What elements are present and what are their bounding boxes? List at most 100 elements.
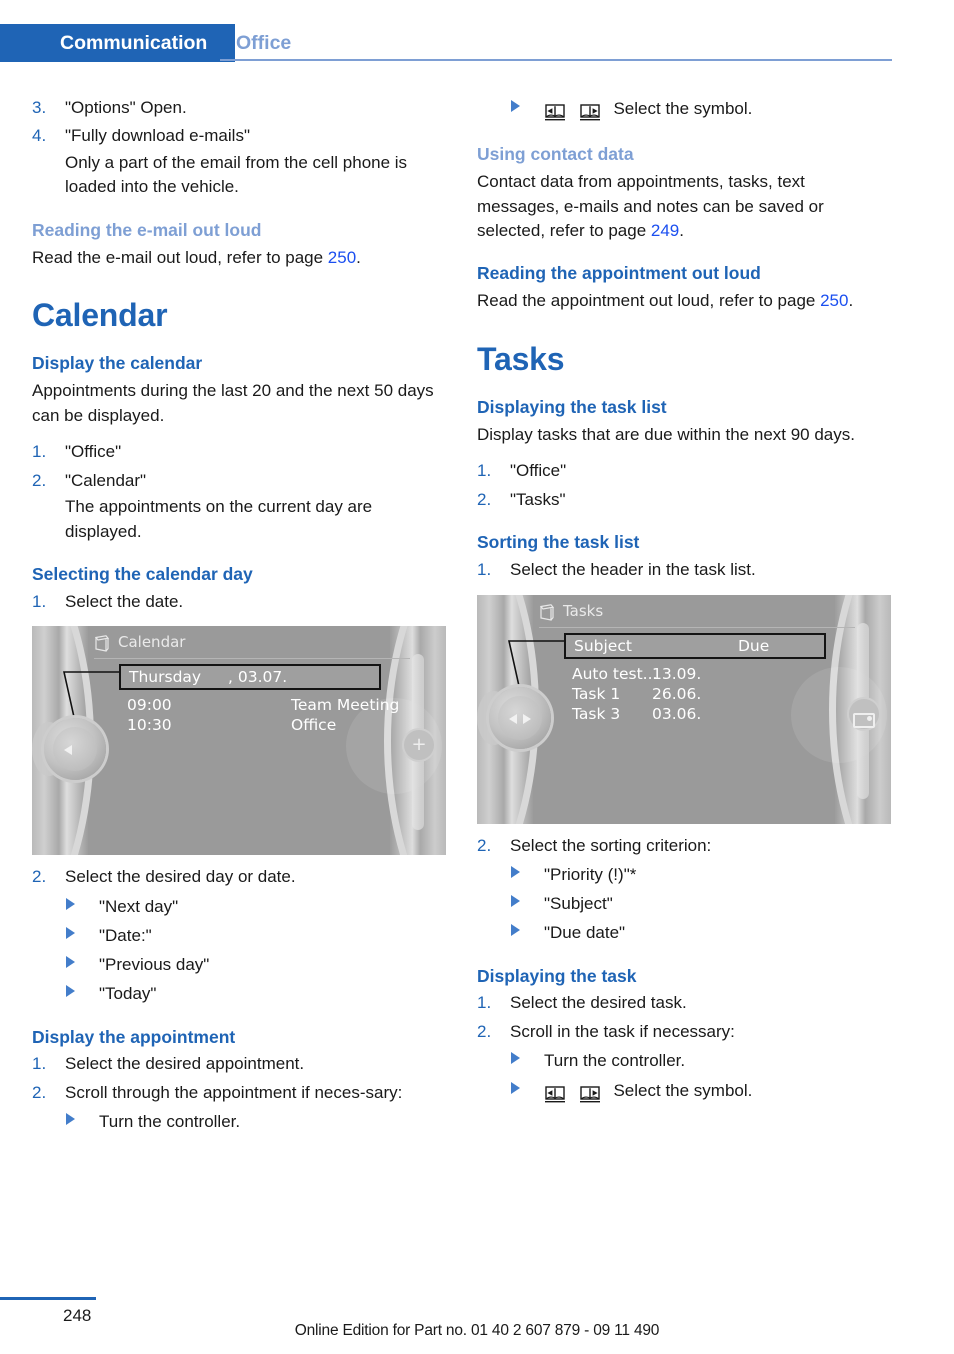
step-number: 1. [477, 993, 492, 1013]
step-number: 2. [477, 835, 492, 855]
list-item: 2. Select the desired day or date. [32, 865, 446, 889]
list-item: 3. "Options" Open. [32, 96, 446, 120]
steps-selecting-day-2: 2. Select the desired day or date. [32, 865, 446, 889]
step-subtext: The appointments on the current day are … [65, 497, 373, 541]
screen-title: Calendar [118, 633, 186, 652]
steps-email-options: 3. "Options" Open. 4. "Fully download e-… [32, 96, 446, 200]
list-item: 2. "Calendar" The appointments on the cu… [32, 469, 446, 544]
calendar-row-1[interactable]: 09:00 Team Meeting [127, 696, 399, 715]
media-icon[interactable] [849, 698, 879, 729]
triangle-bullet-icon [66, 927, 75, 940]
page-reference-link[interactable]: 249 [651, 221, 679, 240]
screen-title-divider [539, 626, 855, 628]
appointment-time: 09:00 [127, 696, 172, 715]
task-subject: Task 3 [572, 704, 621, 723]
step-number: 1. [32, 591, 47, 611]
heading-displaying-the-task-list: Displaying the task list [477, 396, 667, 417]
heading-selecting-the-calendar-day: Selecting the calendar day [32, 564, 253, 585]
selected-row-date: , 03.07. [228, 668, 288, 687]
step-text: "Options" Open. [65, 98, 187, 117]
arrow-left-icon [64, 745, 72, 756]
list-item: 1. Select the header in the task list. [477, 558, 891, 582]
text-prefix: Read the e-mail out loud, refer to page [32, 247, 328, 267]
heading-using-contact-data: Using contact data [477, 144, 634, 165]
arrow-right-icon [523, 713, 531, 724]
criterion-label: "Due date" [544, 923, 626, 943]
screen-title: Tasks [563, 601, 604, 620]
chapter-title-tasks: Tasks [477, 340, 565, 377]
idrive-calendar-screenshot: Calendar Thursday , 03.07. 09:00 Team Me… [32, 626, 446, 856]
left-column: 3. "Options" Open. 4. "Fully download e-… [32, 96, 446, 1139]
calendar-row-2[interactable]: 10:30 Office [127, 716, 336, 735]
step-text: "Office" [65, 442, 122, 462]
step-number: 1. [477, 560, 492, 580]
appointment-time: 10:30 [127, 716, 172, 735]
step-number: 2. [32, 867, 47, 887]
appointment-subject: Team Meeting [291, 696, 400, 715]
list-item: "Today" [32, 981, 446, 1006]
list-item: 2. Scroll through the appointment if nec… [32, 1081, 446, 1105]
selected-row-day: Thursday [129, 668, 202, 687]
screen-selected-row[interactable]: Thursday , 03.07. [119, 664, 381, 691]
triangle-bullet-icon [511, 1052, 520, 1065]
bullet-label: Select the symbol. [613, 1080, 753, 1100]
step-text: Select the header in the task list. [510, 560, 756, 580]
list-select-symbol-top: Select the symbol. [477, 96, 891, 124]
list-item: 2. Scroll in the task if necessary: [477, 1020, 891, 1044]
step-text: Select the desired appointment. [65, 1054, 305, 1074]
text-suffix: . [848, 291, 854, 311]
page-header: Communication Office [0, 24, 954, 62]
header-tab-office[interactable]: Office [236, 24, 291, 62]
step-number: 2. [477, 489, 492, 509]
screen-selected-header-row[interactable]: Subject Due [564, 632, 826, 659]
list-appointment-scroll: Turn the controller. [32, 1109, 446, 1134]
criterion-label: "Priority (!)"* [544, 865, 637, 885]
triangle-bullet-icon [511, 1081, 520, 1094]
header-tab-communication[interactable]: Communication [0, 24, 236, 62]
page-reference-link[interactable]: 250 [328, 248, 356, 267]
task-row-2[interactable]: Task 1 26.06. [572, 685, 701, 703]
list-item: 1. Select the desired appointment. [32, 1052, 446, 1076]
triangle-bullet-icon [66, 897, 75, 910]
page-reference-link[interactable]: 250 [820, 291, 848, 310]
arrow-left-icon [509, 713, 517, 724]
triangle-bullet-icon [511, 895, 520, 908]
list-day-options: "Next day" "Date:" "Previous day" "Today… [32, 894, 446, 1007]
step-number: 2. [32, 470, 47, 490]
column-header-subject: Subject [574, 636, 632, 655]
task-row-3[interactable]: Task 3 03.06. [572, 704, 701, 723]
controller-knob-inner [53, 727, 97, 772]
steps-display-calendar: 1. "Office" 2. "Calendar" The appointmen… [32, 440, 446, 544]
bullet-label: Turn the controller. [544, 1051, 686, 1071]
task-due: 13.09. [652, 664, 702, 683]
book-page-back-icon [544, 1081, 566, 1106]
option-label: "Date:" [99, 926, 152, 946]
task-subject: Auto test... [572, 664, 658, 683]
appointment-subject: Office [291, 716, 337, 735]
list-item: "Subject" [477, 891, 891, 916]
task-row-1[interactable]: Auto test... 13.09. [572, 664, 701, 683]
step-number: 1. [32, 442, 47, 462]
task-due: 03.06. [652, 704, 702, 723]
step-text: "Office" [510, 461, 567, 481]
steps-displaying-task: 1. Select the desired task. 2. Scroll in… [477, 991, 891, 1044]
controller-knob[interactable] [489, 686, 551, 749]
steps-displaying-task-list: 1. "Office" 2. "Tasks" [477, 459, 891, 512]
triangle-bullet-icon [511, 100, 520, 112]
book-icon [94, 635, 110, 653]
steps-sorting-task-list-1: 1. Select the header in the task list. [477, 558, 891, 582]
triangle-bullet-icon [66, 956, 75, 969]
list-item: Turn the controller. [32, 1109, 446, 1134]
paragraph-task-list-intro: Display tasks that are due within the ne… [477, 424, 855, 444]
step-text: "Tasks" [510, 489, 566, 509]
controller-knob[interactable] [44, 718, 106, 781]
header-divider [220, 59, 892, 61]
column-header-due: Due [738, 636, 770, 655]
list-item: 1. Select the date. [32, 590, 446, 614]
list-task-scroll: Turn the controller. Select the symbol. [477, 1048, 891, 1105]
book-icon [539, 603, 555, 621]
step-number: 2. [477, 1021, 492, 1041]
list-item: 2. "Tasks" [477, 488, 891, 512]
idrive-tasks-screenshot: Tasks Subject Due Auto test... 13.09. Ta… [477, 594, 891, 824]
text-prefix: Read the appointment out loud, refer to … [477, 291, 821, 311]
